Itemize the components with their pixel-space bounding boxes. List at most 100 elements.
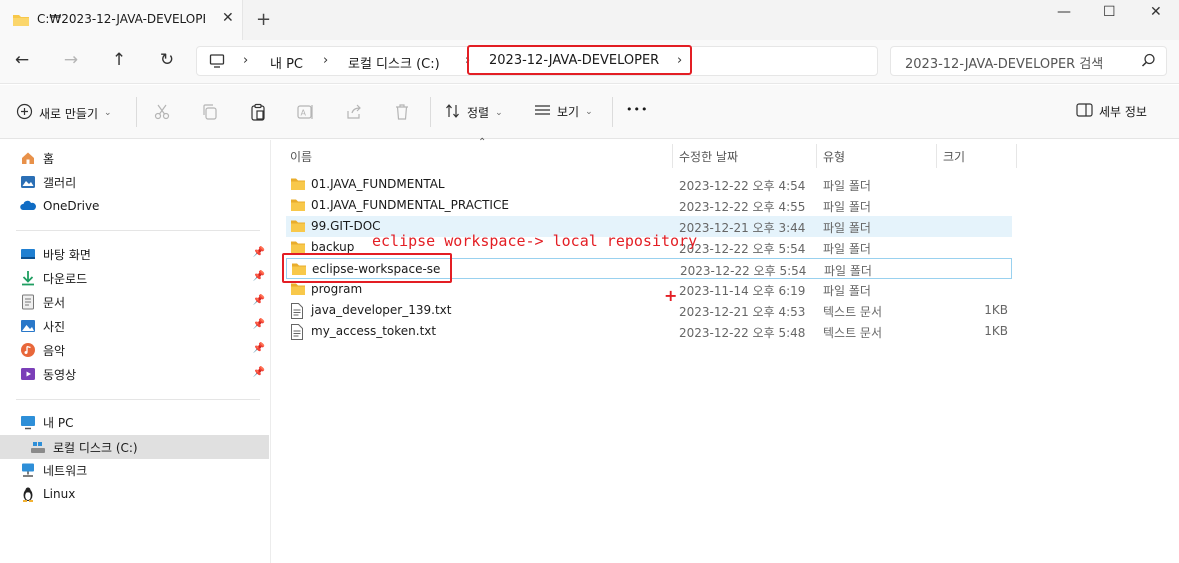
- sidebar-item-desktop[interactable]: 바탕 화면 📌: [20, 243, 269, 265]
- chevron-down-icon: ⌄: [495, 107, 503, 118]
- sidebar-item-label: Linux: [43, 487, 76, 501]
- folder-icon: [290, 282, 306, 299]
- file-name: 01.JAVA_FUNDMENTAL: [311, 177, 445, 191]
- pin-icon[interactable]: 📌: [253, 295, 265, 306]
- new-button[interactable]: 새로 만들기 ⌄: [16, 103, 112, 123]
- rename-icon[interactable]: A: [297, 103, 315, 121]
- file-type: 파일 폴더: [823, 242, 871, 256]
- copy-icon[interactable]: [201, 103, 219, 121]
- pictures-icon: [20, 318, 36, 334]
- file-name: backup: [311, 240, 355, 254]
- sidebar-item-documents[interactable]: 문서 📌: [20, 291, 269, 313]
- sidebar-item-label: 동영상: [43, 367, 77, 382]
- column-header-name[interactable]: 이름: [290, 148, 312, 165]
- share-icon[interactable]: [345, 103, 363, 121]
- window-close-button[interactable]: ✕: [1150, 4, 1162, 20]
- command-bar: 새로 만들기 ⌄ A 정렬 ⌄ 보기 ⌄ ••• 세부 정보: [0, 85, 1179, 139]
- sidebar-item-label: 내 PC: [43, 415, 74, 430]
- video-icon: [20, 366, 36, 382]
- tab-close-icon[interactable]: ✕: [222, 10, 234, 26]
- computer-icon: [209, 53, 225, 72]
- pin-icon[interactable]: 📌: [253, 319, 265, 330]
- pin-icon[interactable]: 📌: [253, 247, 265, 258]
- details-pane-button[interactable]: 세부 정보: [1076, 103, 1147, 120]
- pin-icon[interactable]: 📌: [253, 271, 265, 282]
- sidebar-item-network[interactable]: 네트워크: [20, 459, 269, 481]
- divider: [612, 97, 613, 127]
- sidebar-item-local-disk[interactable]: 로컬 디스크 (C:): [30, 436, 279, 458]
- delete-icon[interactable]: [393, 103, 411, 121]
- chevron-down-icon: ⌄: [585, 106, 593, 117]
- breadcrumb-local-disk[interactable]: 로컬 디스크 (C:): [348, 53, 440, 72]
- breadcrumb-chevron-icon[interactable]: ›: [243, 53, 248, 68]
- file-type: 파일 폴더: [824, 264, 872, 278]
- file-type: 파일 폴더: [823, 221, 871, 235]
- file-name: my_access_token.txt: [311, 324, 437, 338]
- breadcrumb-chevron-icon[interactable]: ›: [323, 53, 328, 68]
- cut-icon[interactable]: [153, 103, 171, 121]
- minimize-button[interactable]: —: [1057, 4, 1071, 20]
- column-header-type[interactable]: 유형: [823, 148, 845, 165]
- document-icon: [20, 294, 36, 310]
- details-pane-icon: [1076, 103, 1093, 120]
- sidebar-item-onedrive[interactable]: OneDrive: [20, 195, 269, 217]
- file-date: 2023-12-22 오후 4:55: [679, 200, 806, 214]
- sidebar-item-music[interactable]: 음악 📌: [20, 339, 269, 361]
- file-type: 파일 폴더: [823, 179, 871, 193]
- file-date: 2023-12-21 오후 3:44: [679, 221, 806, 235]
- sidebar-item-downloads[interactable]: 다운로드 📌: [20, 267, 269, 289]
- file-size: 1KB: [984, 324, 1008, 338]
- sidebar-item-videos[interactable]: 동영상 📌: [20, 363, 269, 385]
- sidebar-item-label: OneDrive: [43, 199, 100, 213]
- sidebar-item-label: 갤러리: [43, 175, 77, 190]
- column-divider[interactable]: [816, 144, 817, 168]
- column-divider[interactable]: [1016, 144, 1017, 168]
- pin-icon[interactable]: 📌: [253, 367, 265, 378]
- paste-icon[interactable]: [249, 103, 267, 121]
- onedrive-icon: [20, 198, 36, 214]
- search-placeholder: 2023-12-JAVA-DEVELOPER 검색: [905, 57, 1104, 72]
- file-date: 2023-12-22 오후 4:54: [679, 179, 806, 193]
- column-divider[interactable]: [936, 144, 937, 168]
- file-name: 99.GIT-DOC: [311, 219, 381, 233]
- back-button[interactable]: ←: [10, 50, 34, 70]
- sidebar-item-pictures[interactable]: 사진 📌: [20, 315, 269, 337]
- cursor-crosshair-icon: +: [664, 286, 678, 305]
- up-button[interactable]: ↑: [107, 50, 131, 70]
- forward-button[interactable]: →: [59, 50, 83, 70]
- sidebar-item-label: 문서: [43, 295, 66, 310]
- pin-icon[interactable]: 📌: [253, 343, 265, 354]
- column-header-date[interactable]: 수정한 날짜: [679, 148, 738, 165]
- more-options-button[interactable]: •••: [626, 103, 648, 116]
- breadcrumb-my-pc[interactable]: 내 PC: [270, 53, 303, 72]
- chevron-down-icon: ⌄: [104, 108, 112, 118]
- sidebar-item-label: 홈: [43, 151, 55, 166]
- divider: [16, 230, 260, 231]
- file-row[interactable]: my_access_token.txt 2023-12-22 오후 5:48 텍스트…: [286, 321, 1012, 342]
- details-label: 세부 정보: [1099, 105, 1147, 119]
- view-icon: [534, 103, 551, 120]
- sort-button[interactable]: 정렬 ⌄: [445, 103, 503, 122]
- maximize-button[interactable]: ☐: [1103, 4, 1116, 20]
- view-button[interactable]: 보기 ⌄: [534, 103, 593, 120]
- new-tab-button[interactable]: +: [256, 9, 271, 30]
- sidebar-item-gallery[interactable]: 갤러리: [20, 171, 269, 193]
- desktop-icon: [20, 246, 36, 262]
- search-input[interactable]: 2023-12-JAVA-DEVELOPER 검색: [890, 46, 1167, 76]
- sidebar-item-linux[interactable]: Linux: [20, 483, 269, 505]
- pc-icon: [20, 414, 36, 430]
- file-date: 2023-12-22 오후 5:54: [680, 264, 807, 278]
- column-header-size[interactable]: 크기: [943, 148, 965, 165]
- folder-icon: [290, 198, 306, 215]
- title-bar: C:₩2023-12-JAVA-DEVELOPER ✕ + — ☐ ✕: [0, 0, 1179, 40]
- sidebar-item-home[interactable]: 홈: [20, 147, 269, 169]
- file-row[interactable]: 01.JAVA_FUNDMENTAL 2023-12-22 오후 4:54 파일 폴…: [286, 174, 1012, 195]
- column-divider[interactable]: [672, 144, 673, 168]
- file-row[interactable]: 01.JAVA_FUNDMENTAL_PRACTICE 2023-12-22 오후…: [286, 195, 1012, 216]
- refresh-button[interactable]: ↻: [155, 50, 179, 70]
- sidebar-item-my-pc[interactable]: 내 PC: [20, 411, 269, 433]
- file-row[interactable]: java_developer_139.txt 2023-12-21 오후 4:53…: [286, 300, 1012, 321]
- search-icon[interactable]: [1141, 53, 1156, 71]
- sidebar-item-label: 다운로드: [43, 271, 88, 286]
- explorer-tab[interactable]: C:₩2023-12-JAVA-DEVELOPER ✕: [0, 0, 243, 40]
